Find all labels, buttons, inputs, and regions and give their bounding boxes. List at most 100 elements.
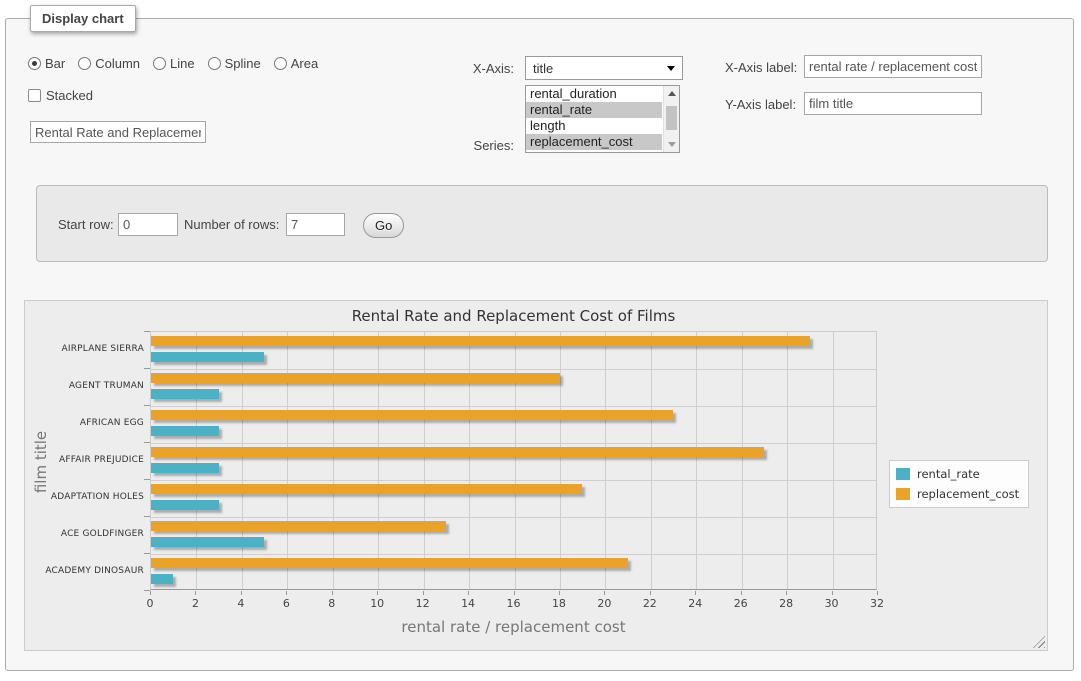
bar-replacement-cost [151,447,764,457]
category-label: ADAPTATION HOLES [25,492,144,502]
bar-rental-rate [151,574,173,584]
gridline-vertical [560,332,561,589]
category-label: ACADEMY DINOSAUR [25,566,144,576]
x-tick-mark [286,591,287,595]
bar-rental-rate [151,500,219,510]
gridline-vertical [605,332,606,589]
gridline-horizontal [151,480,876,481]
gridline-vertical [333,332,334,589]
chart-type-radio-column[interactable]: Column [78,56,140,71]
chart-type-radio-line[interactable]: Line [153,56,195,71]
gridline-vertical [515,332,516,589]
chart-plot-area [150,331,877,590]
bar-replacement-cost [151,373,560,383]
radio-label: Spline [225,56,261,71]
scrollbar-up-icon[interactable] [664,86,679,101]
series-scrollbar[interactable] [663,86,679,152]
number-of-rows-input[interactable] [286,213,345,236]
gridline-vertical [833,332,834,589]
x-tick-mark [877,591,878,595]
bar-replacement-cost [151,521,446,531]
legend-swatch-icon [896,488,910,500]
x-tick-label: 18 [542,597,576,610]
y-tick-mark [144,331,150,332]
y-tick-mark [144,590,150,591]
stacked-label: Stacked [46,88,93,103]
start-row-input[interactable] [118,213,178,236]
x-tick-label: 32 [860,597,894,610]
gridline-vertical [696,332,697,589]
series-option-replacement_cost[interactable]: replacement_cost [526,134,662,150]
gridline-horizontal [151,554,876,555]
bar-rental-rate [151,352,264,362]
y-tick-mark [144,479,150,480]
category-label: AGENT TRUMAN [25,381,144,391]
x-tick-mark [377,591,378,595]
x-tick-label: 10 [360,597,394,610]
series-multiselect[interactable]: rental_durationrental_ratelengthreplacem… [525,85,680,153]
gridline-horizontal [151,443,876,444]
radio-icon [208,57,221,70]
go-button[interactable]: Go [363,213,404,238]
bar-replacement-cost [151,336,810,346]
series-option-rental_duration[interactable]: rental_duration [526,86,662,102]
y-tick-mark [144,516,150,517]
scrollbar-down-icon[interactable] [668,142,676,147]
x-axis-label-input[interactable] [804,55,982,78]
x-tick-label: 6 [269,597,303,610]
x-tick-label: 28 [769,597,803,610]
scrollbar-thumb[interactable] [666,106,677,130]
chart-type-radio-group: Bar Column Line Spline Area [28,56,318,71]
bar-replacement-cost [151,558,628,568]
start-row-label: Start row: [58,217,114,232]
chart-type-radio-bar[interactable]: Bar [28,56,65,71]
legend-swatch-icon [896,468,910,480]
x-tick-mark [695,591,696,595]
display-chart-fieldset: Display chart BarColumnLineSplineArea St… [5,18,1074,671]
gridline-horizontal [151,369,876,370]
x-tick-mark [832,591,833,595]
gridline-vertical [196,332,197,589]
x-tick-mark [786,591,787,595]
x-tick-label: 4 [224,597,258,610]
y-tick-mark [144,442,150,443]
x-tick-label: 8 [315,597,349,610]
gridline-vertical [651,332,652,589]
x-tick-label: 30 [815,597,849,610]
x-tick-mark [604,591,605,595]
resize-handle-icon[interactable] [1033,636,1045,648]
chart-type-radio-spline[interactable]: Spline [208,56,261,71]
x-tick-label: 0 [133,597,167,610]
series-option-rental_rate[interactable]: rental_rate [526,102,662,118]
gridline-vertical [378,332,379,589]
category-label: AFRICAN EGG [25,418,144,428]
gridline-vertical [787,332,788,589]
x-tick-mark [468,591,469,595]
x-tick-mark [514,591,515,595]
radio-label: Area [291,56,318,71]
gridline-vertical [242,332,243,589]
radio-icon [78,57,91,70]
x-tick-label: 16 [497,597,531,610]
gridline-horizontal [151,517,876,518]
category-label: AIRPLANE SIERRA [25,344,144,354]
x-tick-mark [241,591,242,595]
x-tick-label: 12 [406,597,440,610]
stacked-checkbox-row[interactable]: Stacked [28,88,93,103]
gridline-vertical [469,332,470,589]
x-tick-label: 24 [678,597,712,610]
chart-title-input[interactable] [30,121,206,143]
y-tick-mark [144,553,150,554]
stacked-checkbox[interactable] [28,89,41,102]
radio-icon [274,57,287,70]
chart-title: Rental Rate and Replacement Cost of Film… [150,307,877,325]
display-chart-legend: Display chart [30,5,136,32]
gridline-vertical [287,332,288,589]
x-axis-select[interactable]: title [525,56,683,80]
y-tick-mark [144,405,150,406]
x-tick-mark [650,591,651,595]
series-option-length[interactable]: length [526,118,662,134]
y-axis-label-input[interactable] [804,92,982,115]
chart-type-radio-area[interactable]: Area [274,56,318,71]
chevron-down-icon [667,66,675,71]
